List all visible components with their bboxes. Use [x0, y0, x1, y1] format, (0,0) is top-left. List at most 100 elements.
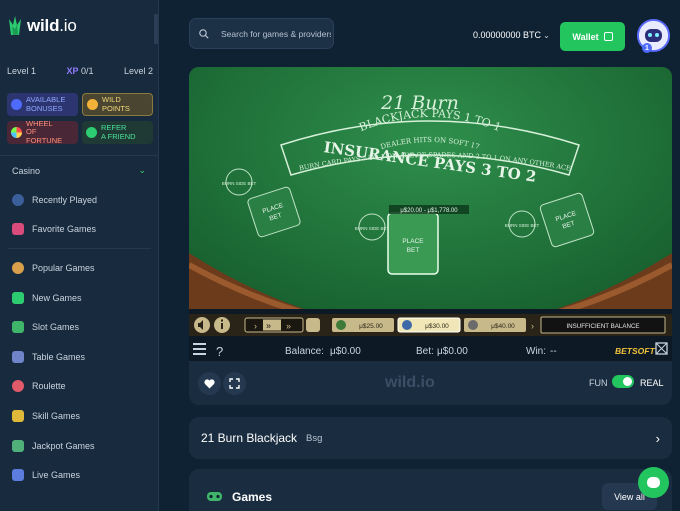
level-current: Level 1 [7, 66, 37, 76]
roulette-icon [12, 380, 24, 393]
star-icon [12, 261, 24, 274]
fullscreen-icon [229, 378, 240, 389]
speed-selector[interactable]: › » » [244, 317, 304, 333]
favorite-button[interactable] [198, 372, 221, 395]
xp-indicator: XP 0/1 [66, 66, 94, 76]
svg-text:BURN SIDE BET: BURN SIDE BET [355, 226, 390, 231]
sound-button[interactable] [194, 317, 210, 333]
place-bet-center[interactable]: PLACE BET [387, 212, 439, 275]
chat-icon [647, 477, 660, 488]
chat-button[interactable] [638, 467, 669, 498]
megaphone-icon [86, 127, 97, 138]
logo-text: wild.io [27, 16, 77, 35]
svg-text:BURN SIDE BET: BURN SIDE BET [222, 181, 257, 186]
trophy-icon [12, 439, 24, 452]
game-title-bar[interactable]: 21 Burn Blackjack Bsg › [189, 417, 672, 459]
balance-selector[interactable]: 0.00000000 BTC ⌄ [473, 30, 550, 40]
fun-label: FUN [589, 378, 608, 388]
chip-3-button[interactable]: μ$40.00 [464, 318, 526, 332]
bet-value: μ$0.00 [437, 346, 468, 357]
chevron-down-icon: ⌄ [543, 31, 550, 40]
game-frame[interactable]: 21 Burn BLACKJACK PAYS 1 TO 1 DEALER HIT… [189, 67, 672, 361]
balance-label: Balance: [285, 346, 324, 357]
promo-grid: AVAILABLE BONUSES WILD POINTS WHEEL OF FORT… [7, 93, 153, 144]
search-bar[interactable] [189, 18, 334, 49]
level-progress: Level 1 XP 0/1 Level 2 [7, 66, 153, 76]
svg-text:PLACE: PLACE [402, 238, 424, 245]
new-icon [12, 291, 24, 304]
heart-icon [204, 378, 215, 388]
sidebar-item-roulette[interactable]: Roulette [0, 372, 158, 402]
blackjack-table[interactable]: 21 Burn BLACKJACK PAYS 1 TO 1 DEALER HIT… [189, 67, 672, 361]
help-icon[interactable]: ? [216, 344, 223, 359]
bet-limits: μ$20.00 - μ$1,778.00 [400, 208, 458, 214]
games-title: Games [232, 490, 273, 504]
sidebar-menu: Casino ⌄ Recently Played Favorite Games … [0, 155, 158, 490]
svg-text:›: › [531, 321, 534, 331]
wallet-icon [603, 32, 613, 41]
sidebar-item-skill-games[interactable]: Skill Games [0, 401, 158, 431]
svg-text:μ$40.00: μ$40.00 [491, 323, 515, 330]
chip-1-button[interactable]: μ$25.00 [332, 318, 394, 332]
sidebar-collapse-handle[interactable] [154, 14, 158, 44]
info-button[interactable] [214, 317, 230, 333]
divider [8, 248, 151, 250]
win-value: -- [550, 346, 557, 357]
bet-label: Bet: [416, 346, 434, 357]
logo[interactable]: wild.io [9, 16, 77, 36]
lightning-icon [12, 409, 24, 422]
fun-real-toggle[interactable] [612, 375, 634, 388]
balance-value: μ$0.00 [330, 346, 361, 357]
slot-machine-icon [12, 321, 24, 334]
sidebar: wild.io Level 1 XP 0/1 Level 2 AVAILABLE… [0, 0, 159, 511]
svg-text:μ$25.00: μ$25.00 [359, 323, 383, 330]
deal-chevron[interactable]: › [531, 321, 534, 331]
sidebar-item-slot-games[interactable]: Slot Games [0, 312, 158, 342]
games-icon [207, 492, 222, 501]
sidebar-item-recently-played[interactable]: Recently Played [0, 185, 158, 215]
wild-logo-icon [9, 16, 21, 35]
svg-text:»: » [286, 321, 291, 331]
notification-badge: 1 [642, 43, 652, 53]
category-casino[interactable]: Casino ⌄ [0, 155, 158, 185]
sidebar-item-favorite-games[interactable]: Favorite Games [0, 215, 158, 245]
svg-text:»: » [266, 321, 271, 331]
refer-a-friend-button[interactable]: REFER A FRIEND [82, 121, 153, 144]
chevron-down-icon: ⌄ [138, 165, 146, 175]
gift-icon [11, 99, 22, 110]
sidebar-item-new-games[interactable]: New Games [0, 283, 158, 313]
fullscreen-button[interactable] [223, 372, 246, 395]
svg-text:BET: BET [407, 247, 420, 254]
clear-bet-button[interactable] [306, 318, 320, 332]
svg-text:μ$30.00: μ$30.00 [425, 323, 449, 330]
svg-text:›: › [254, 321, 257, 331]
provider-logo: BETSOFT [615, 346, 655, 356]
sidebar-item-live-games[interactable]: Live Games [0, 460, 158, 490]
svg-text:BURN SIDE BET: BURN SIDE BET [505, 223, 540, 228]
history-icon [12, 193, 24, 206]
level-next: Level 2 [123, 66, 153, 76]
available-bonuses-button[interactable]: AVAILABLE BONUSES [7, 93, 78, 116]
chip-2-button[interactable]: μ$30.00 [397, 317, 461, 333]
search-input[interactable] [221, 28, 331, 39]
live-icon [12, 469, 24, 482]
game-provider: Bsg [306, 432, 323, 444]
wild-points-button[interactable]: WILD POINTS [82, 93, 153, 116]
insufficient-balance-banner: INSUFFICIENT BALANCE [540, 316, 666, 334]
games-section: Games View all [189, 469, 672, 511]
sidebar-item-jackpot-games[interactable]: Jackpot Games [0, 431, 158, 461]
coin-icon [87, 99, 98, 110]
chevron-right-icon: › [655, 430, 660, 446]
wallet-button[interactable]: Wallet [560, 22, 625, 51]
watermark-logo: wild.io [385, 374, 435, 391]
sidebar-item-table-games[interactable]: Table Games [0, 342, 158, 372]
game-name: 21 Burn Blackjack [201, 431, 298, 445]
wheel-icon [11, 127, 22, 138]
heart-icon [12, 223, 24, 236]
sidebar-item-popular-games[interactable]: Popular Games [0, 253, 158, 283]
win-label: Win: [526, 346, 546, 357]
menu-icon[interactable] [193, 343, 206, 355]
wheel-of-fortune-button[interactable]: WHEEL OF FORTUNE [7, 119, 78, 144]
real-label: REAL [640, 378, 664, 388]
svg-text:INSUFFICIENT BALANCE: INSUFFICIENT BALANCE [566, 323, 639, 330]
